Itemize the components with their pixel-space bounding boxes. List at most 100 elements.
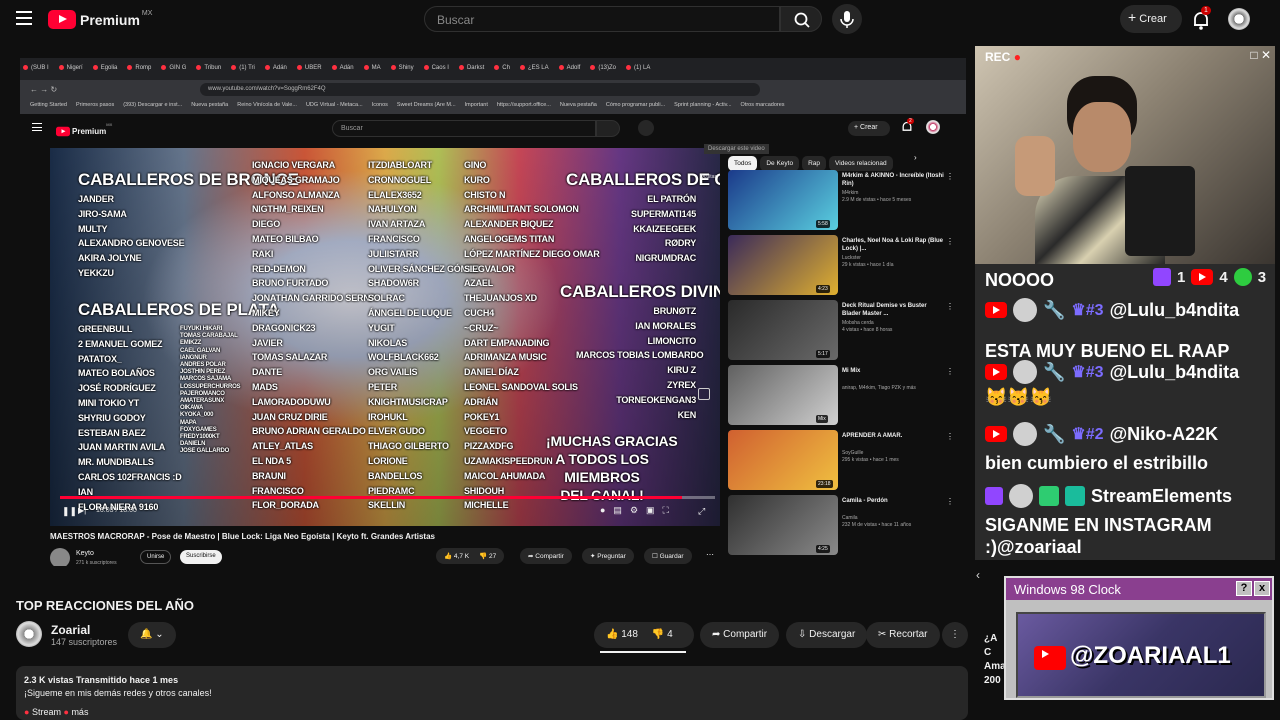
kebab-menu-icon[interactable]: ⋮	[946, 432, 954, 441]
clip-button[interactable]: ✂ Recortar	[866, 622, 940, 648]
browser-tab[interactable]: Caos I	[421, 58, 456, 71]
miniplayer-overlay-icon[interactable]	[698, 388, 710, 400]
next-icon[interactable]: ▶|	[78, 506, 86, 515]
inner-like-icon[interactable]: 👍 4,7 K	[444, 552, 469, 560]
inner-ask-button[interactable]: ✦ Preguntar	[582, 548, 634, 564]
recommended-video[interactable]: 5:17 Deck Ritual Demise vs Buster Blader …	[728, 300, 958, 362]
kebab-menu-icon[interactable]: ⋮	[946, 237, 954, 246]
bookmark-item[interactable]: https://support.office...	[497, 102, 551, 108]
inner-more-icon[interactable]: ⋯	[706, 550, 714, 559]
menu-icon[interactable]	[16, 11, 32, 25]
inner-join-button[interactable]: Unirse	[140, 550, 172, 564]
recommended-title[interactable]: Deck Ritual Demise vs Buster Blader Mast…	[842, 302, 946, 318]
fullscreen-icon[interactable]: ⤢	[698, 506, 705, 517]
recommended-video[interactable]: 23:18 APRENDER A AMAR. SoyGuille 295 k vist…	[728, 430, 958, 492]
recommended-title[interactable]: Camila - Perdón	[842, 497, 946, 505]
kebab-menu-icon[interactable]: ⋮	[946, 172, 954, 181]
player-controls-icons[interactable]: ●▤⚙▣⛶	[600, 505, 677, 516]
youtube-premium-logo[interactable]: Premium MX	[48, 10, 152, 29]
inner-dislike-icon[interactable]: 👎 27	[479, 552, 496, 560]
chips-next-icon[interactable]: ›	[914, 153, 917, 162]
browser-tab[interactable]: Adán	[329, 58, 361, 71]
browser-tab[interactable]: (1) Tri	[228, 58, 262, 71]
video-description[interactable]: 2.3 K vistas Transmitido hace 1 mes ¡Sig…	[16, 666, 968, 720]
bookmark-item[interactable]: Sprint planning - Activ...	[674, 102, 731, 108]
url-field[interactable]: www.youtube.com/watch?v=SoggRm62F4Q	[200, 83, 760, 96]
bookmark-item[interactable]: Sweet Dreams (Are M...	[397, 102, 456, 108]
dislike-button[interactable]: 👎 4	[652, 629, 673, 641]
browser-tab[interactable]: Egolia	[90, 58, 125, 71]
channel-avatar[interactable]	[16, 621, 42, 647]
browser-tab[interactable]: (13)Zo	[587, 58, 623, 71]
recommended-title[interactable]: Mi Mix	[842, 367, 946, 375]
video-player[interactable]: CABALLEROS DE BRONCE JANDER JIRO-SAMA MULT…	[50, 148, 720, 526]
browser-tab[interactable]: Tribun	[193, 58, 228, 71]
account-avatar[interactable]	[1228, 8, 1250, 30]
inner-like-dislike[interactable]: 👍 4,7 K 👎 27	[436, 548, 505, 564]
hide-overlay-label[interactable]: Ocultar	[700, 174, 716, 180]
bookmark-item[interactable]: Reino Vinícola de Vale...	[237, 102, 297, 108]
browser-tab[interactable]: Ch	[491, 58, 517, 71]
bookmark-item[interactable]: Cómo programar publi...	[606, 102, 665, 108]
voice-search-button[interactable]	[832, 4, 862, 34]
bookmark-item[interactable]: Nueva pestaña	[560, 102, 597, 108]
help-button[interactable]: ?	[1236, 581, 1252, 596]
filter-chip[interactable]: De Keyto	[760, 156, 800, 171]
more-actions-button[interactable]: ⋮	[942, 622, 968, 648]
inner-bell-icon[interactable]: 2	[900, 118, 914, 134]
close-icon[interactable]: □ ✕	[1237, 48, 1271, 64]
search-button[interactable]	[780, 6, 822, 32]
pause-icon[interactable]: ❚❚	[62, 506, 77, 517]
bookmark-item[interactable]: Primeros pasos	[76, 102, 114, 108]
nav-arrows-icon[interactable]: ← → ↻	[30, 85, 57, 94]
recommended-video[interactable]: 4:25 Camila - Perdón Camila 232 M de vistas…	[728, 495, 958, 557]
inner-search-icon[interactable]	[596, 120, 620, 137]
browser-tab[interactable]: UBER	[294, 58, 329, 71]
recommended-video[interactable]: Mix Mi Mix anirap, M4rkim, Tiago PZK y más…	[728, 365, 958, 427]
browser-tab[interactable]: Romp	[124, 58, 158, 71]
inner-subscribe-button[interactable]: Suscribirse	[180, 550, 222, 564]
inner-youtube-logo[interactable]: Premium MX	[56, 122, 112, 141]
recommended-title[interactable]: APRENDER A AMAR.	[842, 432, 946, 440]
inner-create-button[interactable]: + Crear	[848, 121, 890, 136]
win98-close-button[interactable]: x	[1254, 581, 1270, 596]
recommended-video[interactable]: 4:23 Charles, Noel Noa & Loki Rap (Blue L…	[728, 235, 958, 297]
bookmark-item[interactable]: (393) Descargar e inst...	[123, 102, 182, 108]
inner-channel-avatar[interactable]	[50, 548, 70, 566]
browser-tab[interactable]: (1) LA	[623, 58, 657, 71]
bookmark-item[interactable]: Iconos	[372, 102, 388, 108]
filter-chip[interactable]: Videos relacionad	[829, 156, 893, 171]
browser-tab[interactable]: (SUB I	[20, 58, 56, 71]
subscribed-bell-button[interactable]: 🔔 ⌄	[128, 622, 176, 648]
browser-tab[interactable]: Adolf	[556, 58, 588, 71]
kebab-menu-icon[interactable]: ⋮	[946, 497, 954, 506]
browser-tab[interactable]: Adán	[262, 58, 294, 71]
bookmark-item[interactable]: UDG Virtual - Metaca...	[306, 102, 363, 108]
browser-tab[interactable]: Darkst	[456, 58, 491, 71]
inner-avatar[interactable]	[926, 120, 940, 134]
channel-name[interactable]: Zoarial	[51, 623, 90, 637]
download-button[interactable]: ⇩ Descargar	[786, 622, 868, 648]
browser-tab[interactable]: Shiny	[388, 58, 421, 71]
create-button[interactable]: + Crear	[1120, 5, 1182, 33]
filter-chip[interactable]: Rap	[802, 156, 827, 171]
bookmark-item[interactable]: Important	[465, 102, 488, 108]
like-button[interactable]: 👍 148	[606, 629, 638, 641]
inner-menu-icon[interactable]	[32, 123, 42, 131]
filter-chip[interactable]: Todos	[728, 156, 758, 171]
browser-tab[interactable]: Nigerí	[56, 58, 90, 71]
stream-link[interactable]: Stream	[32, 707, 61, 717]
recommended-title[interactable]: M4rkim & AKINNO - Increíble (Itoshi Rin)	[842, 172, 946, 188]
share-button[interactable]: ➦ Compartir	[700, 622, 780, 648]
notifications-button[interactable]: 1	[1190, 6, 1212, 31]
kebab-menu-icon[interactable]: ⋮	[946, 367, 954, 376]
chevron-left-icon[interactable]: ‹	[976, 568, 994, 586]
inner-mic-icon[interactable]	[638, 120, 654, 136]
bookmark-item[interactable]: Nueva pestaña	[191, 102, 228, 108]
recommended-video[interactable]: 5:58 M4rkim & AKINNO - Increíble (Itoshi …	[728, 170, 958, 232]
bookmark-item[interactable]: Getting Started	[30, 102, 67, 108]
inner-search-input[interactable]: Buscar	[332, 120, 596, 137]
browser-tab[interactable]: ¿ES LA	[517, 58, 556, 71]
kebab-menu-icon[interactable]: ⋮	[946, 302, 954, 311]
more-link[interactable]: más	[71, 707, 88, 717]
